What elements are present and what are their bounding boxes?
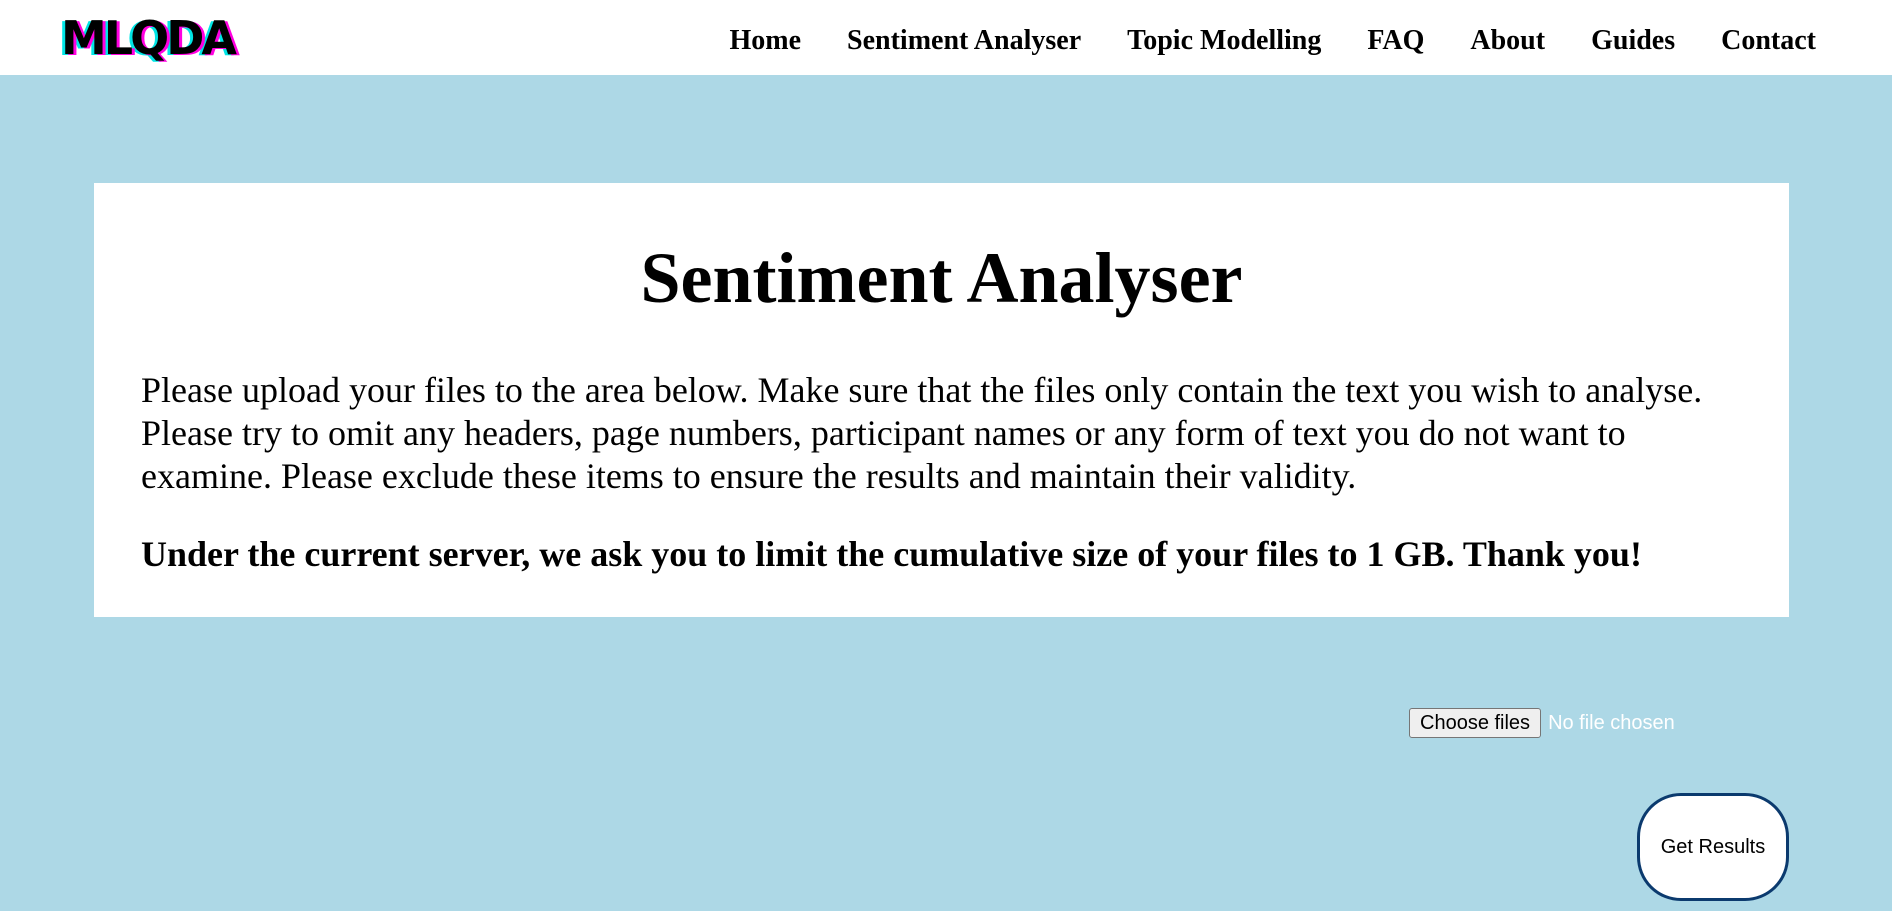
file-size-notice: Under the current server, we ask you to … [141, 534, 1642, 574]
file-upload-control: Choose files No file chosen [1409, 708, 1675, 738]
logo-text: MLQDA [61, 11, 237, 65]
get-results-button[interactable]: Get Results [1637, 793, 1789, 901]
nav-link-home[interactable]: Home [729, 19, 801, 63]
nav-link-faq[interactable]: FAQ [1367, 19, 1424, 63]
nav-link-contact[interactable]: Contact [1721, 19, 1816, 63]
choose-files-button[interactable]: Choose files [1409, 708, 1542, 738]
top-navigation-bar: MLQDA MLQDA MLQDA Home Sentiment Analyse… [0, 0, 1892, 75]
file-chosen-status: No file chosen [1548, 711, 1675, 734]
nav-link-guides[interactable]: Guides [1591, 19, 1675, 63]
page-title: Sentiment Analyser [640, 238, 1243, 318]
nav-link-topic-modelling[interactable]: Topic Modelling [1127, 19, 1321, 63]
main-nav: Home Sentiment Analyser Topic Modelling … [683, 19, 1816, 63]
mlqda-logo[interactable]: MLQDA MLQDA MLQDA [58, 8, 240, 68]
intro-card: Sentiment Analyser Please upload your fi… [94, 183, 1789, 617]
nav-link-sentiment-analyser[interactable]: Sentiment Analyser [847, 19, 1081, 63]
nav-link-about[interactable]: About [1470, 19, 1545, 63]
upload-instructions: Please upload your files to the area bel… [141, 370, 1703, 496]
